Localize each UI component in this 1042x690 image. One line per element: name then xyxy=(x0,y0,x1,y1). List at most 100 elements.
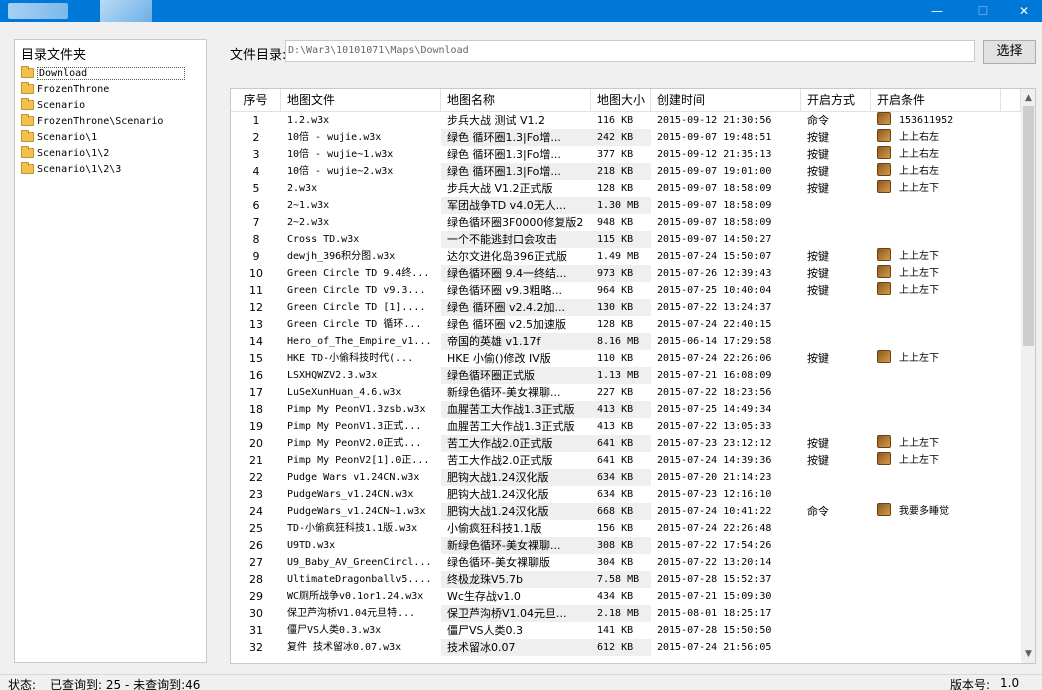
table-row[interactable]: 8 Cross TD.w3x 一个不能逃封口会攻击 115 KB 2015-09-07 … xyxy=(231,231,1021,248)
header-map-file[interactable]: 地图文件 xyxy=(281,89,441,112)
cell-open-mode: 按键 xyxy=(807,284,829,297)
folder-tree-item[interactable]: FrozenThrone xyxy=(21,81,185,97)
scroll-down-icon[interactable]: ▼ xyxy=(1021,647,1035,661)
cell-index: 13 xyxy=(249,318,263,331)
table-row[interactable]: 23 PudgeWars_v1.24CN.w3x 肥钩大战1.24汉化版 634 KB… xyxy=(231,486,1021,503)
table-row[interactable]: 30 保卫芦沟桥V1.04元旦特... 保卫芦沟桥V1.04元旦... 2.18 MB… xyxy=(231,605,1021,622)
cell-open-condition: 上上左下 xyxy=(871,435,1001,452)
cell-created: 2015-07-24 21:56:05 xyxy=(657,642,772,653)
cell-open-mode: 按键 xyxy=(807,437,829,450)
folder-tree-item[interactable]: Scenario\1 xyxy=(21,129,185,145)
cell-index: 4 xyxy=(252,165,260,178)
cell-open-condition xyxy=(871,418,1001,435)
cell-created: 2015-07-23 23:12:12 xyxy=(657,438,772,449)
table-row[interactable]: 5 2.w3x 步兵大战 V1.2正式版 128 KB 2015-09-07 18:58… xyxy=(231,180,1021,197)
table-row[interactable]: 4 10倍 - wujie~2.w3x 绿色 循环圈1.3|Fo增... 218 KB… xyxy=(231,163,1021,180)
table-row[interactable]: 31 僵尸VS人类0.3.w3x 僵尸VS人类0.3 141 KB 2015-07-28… xyxy=(231,622,1021,639)
folder-tree-item[interactable]: Scenario\1\2 xyxy=(21,145,185,161)
table-row[interactable]: 29 WC厕所战争v0.1or1.24.w3x Wc生存战v1.0 434 KB 201… xyxy=(231,588,1021,605)
cell-map-name: 步兵大战 测试 V1.2 xyxy=(447,114,546,127)
condition-text: 上上右左 xyxy=(899,132,939,143)
scroll-thumb[interactable] xyxy=(1023,106,1034,346)
header-index[interactable]: 序号 xyxy=(231,89,281,112)
table-row[interactable]: 10 Green Circle TD 9.4终... 绿色循环圈 9.4一终结...… xyxy=(231,265,1021,282)
table-row[interactable]: 6 2~1.w3x 军团战争TD v4.0无人... 1.30 MB 2015-09-0… xyxy=(231,197,1021,214)
table-row[interactable]: 22 Pudge Wars v1.24CN.w3x 肥钩大战1.24汉化版 634 K… xyxy=(231,469,1021,486)
table-row[interactable]: 16 LSXHQWZV2.3.w3x 绿色循环圈正式版 1.13 MB 2015-07-… xyxy=(231,367,1021,384)
cell-open-condition xyxy=(871,197,1001,214)
table-row[interactable]: 28 UltimateDragonballv5.... 终极龙珠V5.7b 7.58 … xyxy=(231,571,1021,588)
condition-icon xyxy=(877,282,891,295)
cell-index: 10 xyxy=(249,267,263,280)
table-row[interactable]: 14 Hero_of_The_Empire_v1... 帝国的英雄 v1.17f 8.… xyxy=(231,333,1021,350)
header-open-condition[interactable]: 开启条件 xyxy=(871,89,1001,112)
cell-open-mode: 按键 xyxy=(807,148,829,161)
header-open-mode[interactable]: 开启方式 xyxy=(801,89,871,112)
cell-created: 2015-07-21 15:09:30 xyxy=(657,591,772,602)
header-map-name[interactable]: 地图名称 xyxy=(441,89,591,112)
cell-index: 3 xyxy=(252,148,260,161)
select-button[interactable]: 选择 xyxy=(983,40,1036,64)
table-row[interactable]: 7 2~2.w3x 绿色循环圈3F0000修复版2 948 KB 2015-09-07 … xyxy=(231,214,1021,231)
cell-created: 2015-07-22 13:05:33 xyxy=(657,421,772,432)
cell-map-size: 641 KB xyxy=(597,455,634,466)
cell-map-size: 641 KB xyxy=(591,435,651,452)
header-created[interactable]: 创建时间 xyxy=(651,89,801,112)
scroll-up-icon[interactable]: ▲ xyxy=(1021,91,1035,105)
table-row[interactable]: 15 HKE TD-小偷科技时代(... HKE 小偷()修改 IV版 110 KB 2… xyxy=(231,350,1021,367)
cell-created: 2015-07-23 12:16:10 xyxy=(657,489,772,500)
table-row[interactable]: 9 dewjh_396积分图.w3x 达尔文进化岛396正式版 1.49 MB 2015… xyxy=(231,248,1021,265)
cell-created: 2015-07-24 15:50:07 xyxy=(657,251,772,262)
version-label: 版本号: xyxy=(950,678,991,690)
table-row[interactable]: 24 PudgeWars_v1.24CN~1.w3x 肥钩大战1.24汉化版 668 … xyxy=(231,503,1021,520)
cell-map-size: 1.30 MB xyxy=(591,197,651,214)
folder-tree-item[interactable]: Scenario\1\2\3 xyxy=(21,161,185,177)
cell-open-mode xyxy=(801,401,871,418)
cell-map-size: 1.13 MB xyxy=(591,367,651,384)
folder-icon xyxy=(21,114,34,126)
close-button[interactable]: ✕ xyxy=(1006,0,1042,22)
folder-icon xyxy=(21,162,34,174)
folder-tree-item-label: Scenario\1\2\3 xyxy=(37,163,122,175)
cell-map-file: Green Circle TD [1].... xyxy=(287,302,426,313)
folder-tree-item-label: Download xyxy=(37,66,185,80)
cell-open-condition xyxy=(871,333,1001,350)
condition-icon xyxy=(877,503,891,516)
table-row[interactable]: 19 Pimp My PeonV1.3正式... 血腥苦工大作战1.3正式版 413 … xyxy=(231,418,1021,435)
minimize-button[interactable]: — xyxy=(914,0,960,22)
table-row[interactable]: 20 Pimp My PeonV2.0正式... 苦工大作战2.0正式版 641 KB… xyxy=(231,435,1021,452)
cell-open-condition: 我要多睡觉 xyxy=(871,503,1001,520)
table-row[interactable]: 13 Green Circle TD 循环... 绿色 循环圈 v2.5加速版 128… xyxy=(231,316,1021,333)
cell-open-condition xyxy=(871,622,1001,639)
table-row[interactable]: 21 Pimp My PeonV2[1].0正... 苦工大作战2.0正式版 641 … xyxy=(231,452,1021,469)
condition-icon xyxy=(877,435,891,448)
cell-map-size: 218 KB xyxy=(591,163,651,180)
table-row[interactable]: 18 Pimp My PeonV1.3zsb.w3x 血腥苦工大作战1.3正式版 41… xyxy=(231,401,1021,418)
table-row[interactable]: 17 LuSeXunHuan_4.6.w3x 新绿色循环-美女裸聊... 227 KB… xyxy=(231,384,1021,401)
folder-tree-item[interactable]: Scenario xyxy=(21,97,185,113)
cell-open-mode: 按键 xyxy=(807,352,829,365)
folder-tree-item[interactable]: FrozenThrone\Scenario xyxy=(21,113,185,129)
cell-index: 32 xyxy=(249,641,263,654)
table-row[interactable]: 1 1.2.w3x 步兵大战 测试 V1.2 116 KB 2015-09-12 21:… xyxy=(231,112,1021,129)
table-row[interactable]: 26 U9TD.w3x 新绿色循环-美女裸聊... 308 KB 2015-07-22 … xyxy=(231,537,1021,554)
maximize-button[interactable]: ☐ xyxy=(960,0,1006,22)
table-row[interactable]: 32 复件 技术留冰0.07.w3x 技术留冰0.07 612 KB 2015-07-2… xyxy=(231,639,1021,656)
table-row[interactable]: 25 TD-小偷疯狂科技1.1版.w3x 小偷疯狂科技1.1版 156 KB 2015-… xyxy=(231,520,1021,537)
table-row[interactable]: 2 10倍 - wujie.w3x 绿色 循环圈1.3|Fo增... 242 KB 20… xyxy=(231,129,1021,146)
cell-map-name: Wc生存战v1.0 xyxy=(447,590,521,603)
cell-map-file: 2~1.w3x xyxy=(287,200,330,211)
cell-open-condition: 上上左下 xyxy=(871,350,1001,367)
table-row[interactable]: 27 U9_Baby_AV_GreenCircl... 绿色循环-美女裸聊版 304 … xyxy=(231,554,1021,571)
cell-open-mode xyxy=(801,469,871,486)
folder-tree-item[interactable]: Download xyxy=(21,65,185,81)
path-input[interactable]: D:\War3\10101071\Maps\Download xyxy=(285,40,975,62)
condition-text: 上上左下 xyxy=(899,438,939,449)
vertical-scrollbar[interactable]: ▲ ▼ xyxy=(1021,89,1035,663)
table-row[interactable]: 11 Green Circle TD v9.3... 绿色循环圈 v9.3粗略...… xyxy=(231,282,1021,299)
header-map-size[interactable]: 地图大小 xyxy=(591,89,651,112)
table-row[interactable]: 3 10倍 - wujie~1.w3x 绿色 循环圈1.3|Fo增... 377 KB… xyxy=(231,146,1021,163)
cell-map-file: Green Circle TD 9.4终... xyxy=(287,268,430,279)
cell-created: 2015-07-20 21:14:23 xyxy=(657,472,772,483)
table-row[interactable]: 12 Green Circle TD [1].... 绿色 循环圈 v2.4.2加.… xyxy=(231,299,1021,316)
